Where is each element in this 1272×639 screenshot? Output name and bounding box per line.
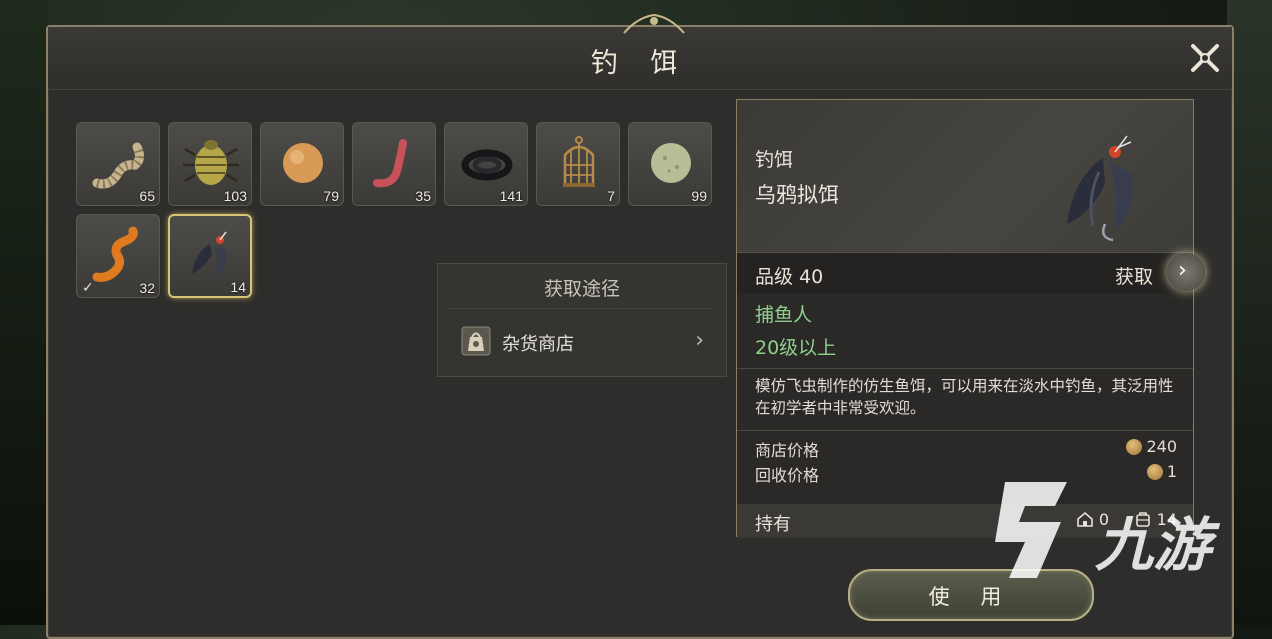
item-count: 103 <box>223 188 247 204</box>
divider <box>450 308 714 309</box>
cage-icon <box>563 136 595 187</box>
bait-slot[interactable]: 99 <box>628 122 712 206</box>
item-count: 79 <box>323 188 339 204</box>
chevron-right-icon: › <box>695 328 704 353</box>
bait-slot[interactable]: 79 <box>260 122 344 206</box>
item-count: 32 <box>139 280 155 296</box>
watermark-text: 九游 <box>1095 511 1212 579</box>
acquisition-source-label: 杂货商店 <box>502 334 574 355</box>
item-count: 99 <box>691 188 707 204</box>
item-name: 乌鸦拟饵 <box>755 183 839 207</box>
acquisition-source-general-store[interactable]: 杂货商店 › <box>446 316 718 368</box>
orange-worm-icon <box>92 226 138 282</box>
shop-price-value: 240 <box>1146 437 1177 456</box>
bait-slot[interactable]: 65 <box>76 122 160 206</box>
acquisition-popup: 获取途径 杂货商店 › <box>437 263 727 377</box>
close-icon <box>1191 44 1219 72</box>
acquisition-title: 获取途径 <box>543 278 620 300</box>
shop-price-label: 商店价格 <box>755 441 820 460</box>
item-count: 65 <box>139 188 155 204</box>
crow-fly-lure-icon <box>1067 135 1134 242</box>
close-button[interactable] <box>1186 39 1224 77</box>
get-label[interactable]: 获取 <box>1115 262 1153 289</box>
title-bar: 钓 饵 <box>48 27 1232 90</box>
divider <box>737 368 1193 369</box>
coin-icon <box>1126 439 1143 455</box>
equipped-check-icon: ✓ <box>82 280 94 296</box>
black-eel-icon <box>461 149 513 181</box>
item-description: 模仿飞虫制作的仿生鱼饵，可以用来在淡水中钓鱼，其泛用性在初学者中非常受欢迎。 <box>755 377 1174 417</box>
holdings-label: 持有 <box>755 514 791 535</box>
shop-bag-icon <box>461 326 491 356</box>
beetle-icon <box>183 140 239 185</box>
background-left <box>0 0 48 625</box>
item-count: 35 <box>415 188 431 204</box>
item-count: 141 <box>499 188 523 204</box>
window-title: 钓 饵 <box>590 48 690 79</box>
grade-row: 品级 40 获取 › <box>737 253 1205 293</box>
dough-ball-icon <box>283 143 323 183</box>
item-header: 钓饵 乌鸦拟饵 <box>737 100 1193 253</box>
item-count: 7 <box>607 188 615 204</box>
requirement-level: 20级以上 <box>755 337 837 359</box>
requirement-job: 捕鱼人 <box>755 304 813 326</box>
bait-slot[interactable]: 103 <box>168 122 252 206</box>
crest-ornament-icon <box>623 13 685 34</box>
bait-slot[interactable]: 35 <box>352 122 436 206</box>
item-category: 钓饵 <box>755 149 794 171</box>
shop-price: 240 <box>1126 437 1177 456</box>
recycle-price-label: 回收价格 <box>755 466 820 485</box>
item-count: 14 <box>230 279 246 295</box>
bait-slot[interactable]: 141 <box>444 122 528 206</box>
worm-icon <box>92 142 145 189</box>
divider <box>737 430 1193 431</box>
red-worm-icon <box>373 139 407 188</box>
green-ball-icon <box>651 143 691 183</box>
bait-slot-selected[interactable]: 14 <box>168 214 252 298</box>
get-button[interactable]: › <box>1167 253 1205 291</box>
chevron-right-icon: › <box>1178 258 1187 283</box>
bait-slot[interactable]: 7 <box>536 122 620 206</box>
item-grade: 品级 40 <box>755 266 824 288</box>
bait-slot[interactable]: ✓ 32 <box>76 214 160 298</box>
